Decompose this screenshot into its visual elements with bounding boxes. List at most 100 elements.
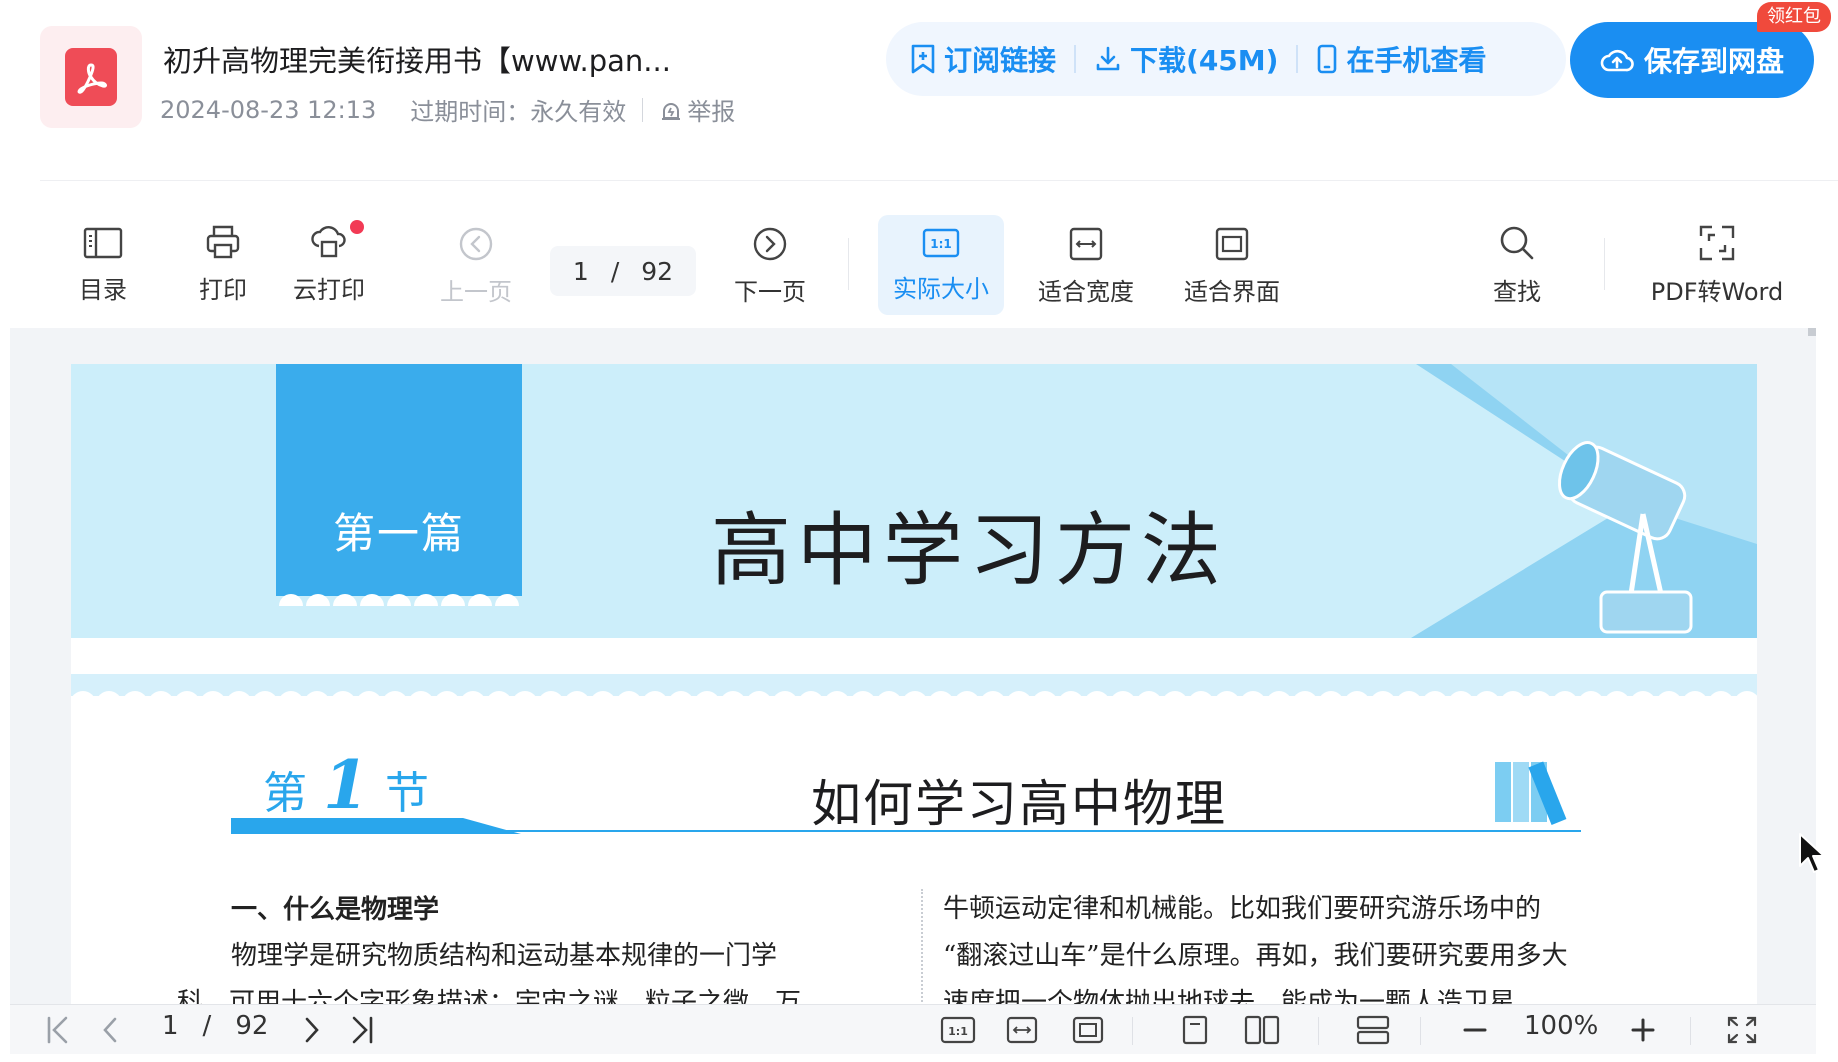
right-paragraph-line: “翻滚过山车”是什么原理。再如，我们要研究要用多大: [943, 941, 1568, 971]
circle-chevron-left-icon: [459, 227, 493, 261]
sidebar-icon: [83, 227, 123, 259]
next-page-small-button[interactable]: [302, 1015, 322, 1045]
right-column: 牛顿运动定律和机械能。比如我们要研究游乐场中的 “翻滚过山车”是什么原理。再如，…: [943, 886, 1568, 1004]
fit-view-icon: [1215, 227, 1249, 261]
prev-page-button[interactable]: 上一页: [430, 226, 522, 307]
meta-divider: [642, 97, 644, 122]
zoom-level: 100%: [1524, 1011, 1599, 1041]
two-page-icon: [1244, 1015, 1280, 1045]
chevron-left-icon: [103, 1017, 117, 1043]
pdf-to-word-label: PDF转Word: [1650, 278, 1784, 306]
phone-icon: [1318, 44, 1337, 74]
actual-size-icon: 1:1: [922, 228, 960, 258]
print-button[interactable]: 打印: [178, 224, 268, 305]
bottom-divider: [1420, 1017, 1421, 1045]
circle-chevron-right-icon: [753, 227, 787, 261]
fullscreen-button[interactable]: [1726, 1015, 1758, 1045]
cloud-print-label: 云打印: [293, 276, 365, 304]
document-viewer[interactable]: 第一篇 高中学习方法 第 1 节 如何学习高中物理 一、什么是物理学 物理学是研…: [10, 328, 1816, 1004]
prev-page-small-button[interactable]: [100, 1015, 120, 1045]
report-link[interactable]: 举报: [659, 92, 735, 127]
scrollbar-thumb[interactable]: [1808, 328, 1816, 336]
actual-size-button[interactable]: 1:1 实际大小: [878, 215, 1004, 315]
actual-size-label: 实际大小: [893, 275, 989, 303]
notification-dot: [350, 220, 364, 234]
fit-width-label: 适合宽度: [1038, 278, 1134, 306]
bottom-fit-width-button[interactable]: [1006, 1015, 1038, 1045]
bottom-fit-view-button[interactable]: [1072, 1015, 1104, 1045]
fit-width-icon: [1006, 1016, 1038, 1044]
books-icon: [1495, 761, 1567, 825]
search-button[interactable]: 查找: [1472, 224, 1562, 307]
bottom-page-indicator[interactable]: 1 / 92: [162, 1011, 268, 1041]
file-expiry: 过期时间：永久有效: [410, 98, 627, 126]
bottom-toolbar: 1 / 92 1:1 100%: [10, 1004, 1816, 1054]
minus-icon: [1463, 1028, 1487, 1032]
prev-label: 上一页: [440, 278, 512, 306]
single-page-button[interactable]: [1182, 1015, 1208, 1045]
left-column: 一、什么是物理学 物理学是研究物质结构和运动基本规律的一门学 科，可用十六个字形…: [177, 886, 801, 1004]
column-divider: [921, 889, 923, 1004]
view-on-mobile-button[interactable]: 在手机查看: [1316, 39, 1486, 79]
header-divider: [40, 180, 1838, 181]
scallop-edge: [71, 691, 1757, 706]
fit-view-button[interactable]: 适合界面: [1176, 226, 1288, 307]
two-page-button[interactable]: [1244, 1015, 1280, 1045]
bottom-page-separator: /: [202, 1011, 212, 1041]
action-divider: [1074, 45, 1077, 73]
bottom-total-pages: 92: [235, 1011, 269, 1041]
fit-width-button[interactable]: 适合宽度: [1030, 226, 1142, 307]
download-label: 下载(45M): [1130, 44, 1279, 77]
pdf-page: 第一篇 高中学习方法 第 1 节 如何学习高中物理 一、什么是物理学 物理学是研…: [71, 364, 1757, 1004]
part-label: 第一篇: [332, 509, 465, 558]
toc-button[interactable]: 目录: [58, 226, 148, 305]
section-title: 如何学习高中物理: [811, 775, 1227, 833]
last-page-icon: [352, 1016, 373, 1044]
convert-icon: [1699, 225, 1735, 261]
print-label: 打印: [199, 276, 247, 304]
download-button[interactable]: 下载(45M): [1094, 39, 1278, 79]
cloud-print-button[interactable]: 云打印: [284, 220, 374, 305]
part-tab: [276, 364, 522, 596]
save-label: 保存到网盘: [1643, 45, 1784, 78]
continuous-scroll-button[interactable]: [1356, 1015, 1390, 1045]
next-label: 下一页: [734, 278, 806, 306]
section-digit: 1: [323, 746, 369, 824]
fit-view-icon: [1072, 1016, 1104, 1044]
toc-label: 目录: [79, 276, 127, 304]
bookmark-plus-icon: [911, 44, 935, 74]
bottom-divider: [1318, 1017, 1319, 1045]
left-paragraph-line: 科，可用十六个字形象描述：宇宙之谜，粒子之微，万: [177, 988, 802, 1004]
svg-text:1:1: 1:1: [948, 1025, 968, 1038]
svg-text:1:1: 1:1: [930, 237, 952, 251]
left-paragraph-line: 物理学是研究物质结构和运动基本规律的一门学: [231, 941, 778, 971]
left-heading: 一、什么是物理学: [231, 894, 440, 924]
page-indicator[interactable]: 1 / 92: [550, 246, 696, 296]
plus-icon: [1631, 1018, 1655, 1042]
actual-size-icon: 1:1: [940, 1016, 976, 1044]
toolbar-divider: [1604, 238, 1605, 290]
file-title: 初升高物理完美衔接用书【www.pan...: [163, 44, 671, 78]
chapter-title: 高中学习方法: [711, 504, 1227, 597]
total-pages: 92: [641, 256, 674, 286]
bottom-current-page[interactable]: 1: [162, 1011, 179, 1041]
printer-icon: [206, 225, 240, 259]
section-prefix: 第: [263, 768, 307, 819]
pdf-to-word-button[interactable]: PDF转Word: [1646, 224, 1788, 307]
right-paragraph-line: 牛顿运动定律和机械能。比如我们要研究游乐场中的: [943, 894, 1542, 924]
subscribe-link-button[interactable]: 订阅链接: [910, 39, 1056, 79]
zoom-out-button[interactable]: [1462, 1015, 1488, 1045]
search-icon: [1500, 226, 1534, 260]
zoom-in-button[interactable]: [1630, 1015, 1656, 1045]
cloud-printer-icon: [311, 226, 346, 258]
current-page-input[interactable]: 1: [573, 257, 589, 286]
save-to-cloud-button[interactable]: 保存到网盘: [1570, 22, 1814, 98]
last-page-button[interactable]: [348, 1015, 376, 1045]
next-page-button[interactable]: 下一页: [724, 226, 816, 307]
action-bar: 订阅链接 下载(45M) 在手机查看: [886, 22, 1566, 96]
red-packet-badge[interactable]: 领红包: [1757, 2, 1831, 32]
first-page-button[interactable]: [44, 1015, 72, 1045]
file-date: 2024-08-23 12:13: [160, 95, 377, 124]
first-page-icon: [47, 1016, 68, 1044]
bottom-actual-size-button[interactable]: 1:1: [940, 1015, 976, 1045]
